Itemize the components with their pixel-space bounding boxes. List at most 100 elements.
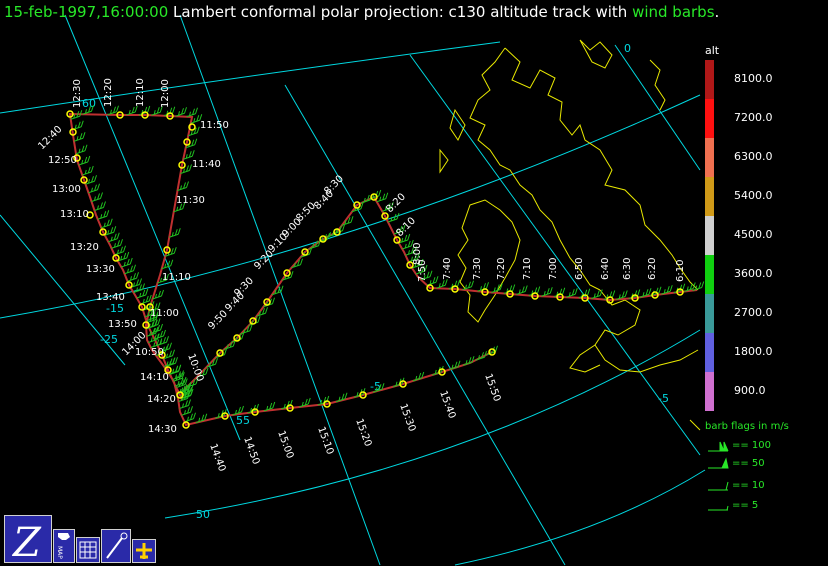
colorbar-tick-label: 1800.0: [734, 345, 773, 358]
waypoint-time-label: 12:40: [36, 124, 64, 152]
waypoint-time-label: 7:00: [548, 258, 559, 280]
waypoint-time-label: 14:10: [140, 372, 169, 383]
waypoint-time-label: 7:10: [522, 258, 533, 280]
wind-barb: [566, 288, 578, 298]
waypoint-time-label: 14:50: [241, 435, 261, 466]
map-tool-button[interactable]: MAP: [53, 529, 75, 563]
waypoint-time-label: 10:00: [185, 352, 205, 383]
altitude-legend-title: alt: [705, 44, 720, 57]
grid-label-lat-50: 50: [196, 508, 210, 521]
waypoint-time-label: 7:40: [442, 258, 453, 280]
colorbar-segment: [705, 177, 714, 216]
grid-icon: [79, 541, 97, 559]
meridian-15: [179, 14, 381, 566]
coast-scotland: [504, 47, 699, 291]
waypoint-time-label: 15:10: [315, 425, 335, 456]
waypoint-time-label: 6:10: [675, 260, 686, 282]
waypoint-time-label: 11:00: [150, 308, 179, 319]
waypoint-time-label: 14:30: [148, 424, 177, 435]
waypoint-time-label: 13:40: [96, 292, 125, 303]
waypoint-time-label: 13:30: [86, 264, 115, 275]
colorbar-tick-label: 8100.0: [734, 72, 773, 85]
title-time: 15-feb-1997,16:00:00: [4, 3, 169, 21]
barb-100-glyph: [708, 441, 729, 452]
waypoint-time-label: 15:50: [482, 372, 502, 403]
altitude-legend: alt 8100.0 7200.0 6300.0 5400.0 4500.0 3600.0…: [700, 40, 828, 420]
title-bar: 15-feb-1997,16:00:00 Lambert conformal p…: [4, 3, 719, 21]
waypoint-time-label: 11:30: [176, 195, 205, 206]
waypoint-time-label: 8:20: [384, 191, 408, 215]
barb-5-label: == 5: [732, 500, 759, 511]
parallel-55: [0, 94, 701, 319]
barb-5-glyph: [708, 505, 729, 511]
waypoint-time-label: 12:10: [135, 78, 146, 107]
barb-10-label: == 10: [732, 480, 765, 491]
coast-hebrides: [439, 108, 466, 174]
pen-tool-button[interactable]: [101, 529, 131, 563]
waypoint-time-label: 13:20: [70, 242, 99, 253]
waypoint-time-label: 6:50: [574, 258, 585, 280]
svg-text:Z: Z: [11, 520, 42, 562]
waypoint-time-label: 8:30: [322, 173, 346, 197]
parallel-lower: [454, 469, 706, 566]
waypoint-time-label: 6:40: [600, 258, 611, 280]
waypoint-time-label: 6:20: [647, 258, 658, 280]
grid-label-lon-15: -15: [106, 302, 124, 315]
colorbar-segment: [705, 138, 714, 177]
plane-tool-button[interactable]: [132, 539, 156, 563]
grid-label-lat-60: 60: [82, 97, 96, 110]
title-barbs: wind barbs: [632, 3, 715, 21]
wind-barb: [376, 192, 389, 203]
wind-barb: [82, 165, 94, 176]
z-tool-button[interactable]: Z: [4, 515, 52, 563]
map-icon: MAP: [56, 533, 70, 559]
wind-barb: [541, 287, 553, 297]
wind-barb: [91, 192, 103, 202]
colorbar-segment: [705, 333, 714, 372]
waypoint-time-label: 11:50: [200, 120, 229, 131]
wind-barb: [175, 107, 187, 117]
title-track: c130 altitude track with: [448, 3, 628, 21]
pen-icon: [106, 532, 128, 559]
colorbar-tick-label: 6300.0: [734, 150, 773, 163]
colorbar-segment: [705, 294, 714, 333]
colorbar-segment: [705, 99, 714, 138]
coast-shetland: [649, 59, 666, 111]
meridian-0: [614, 44, 701, 171]
waypoint-time-label: 13:10: [60, 209, 89, 220]
colorbar-segment: [705, 372, 714, 411]
barb-100-label: == 100: [732, 440, 772, 451]
wind-barb: [108, 232, 120, 243]
z-icon: Z: [11, 520, 42, 562]
waypoint-time-label: 10:50: [135, 347, 164, 358]
wind-barb: [88, 183, 100, 194]
title-end: .: [714, 3, 720, 21]
wind-barb: [75, 144, 88, 155]
waypoint-time-label: 13:00: [52, 184, 81, 195]
waypoint-time-label: 12:00: [160, 79, 171, 108]
barb-50-glyph: [708, 457, 729, 469]
colorbar-segment: [705, 255, 714, 294]
colorbar-tick-label: 7200.0: [734, 111, 773, 124]
waypoint-time-label: 13:50: [108, 319, 137, 330]
wind-barb: [101, 218, 113, 229]
grid-tool-button[interactable]: [76, 537, 100, 563]
grid-label-lat-55: 55: [236, 414, 250, 427]
grid-label-lon-5-lower: -5: [658, 392, 669, 405]
colorbar-segment: [705, 216, 714, 255]
waypoint-time-label: 15:00: [275, 429, 295, 460]
waypoint-time-label: 14:20: [147, 394, 176, 405]
waypoint-time-label: 6:30: [622, 258, 633, 280]
coast-france: [689, 419, 701, 431]
barb-50-label: == 50: [732, 458, 765, 469]
colorbar-tick-label: 900.0: [734, 384, 766, 397]
waypoint-time-label: 9:50: [206, 308, 230, 332]
meridian-10: [284, 84, 566, 566]
coastlines: [439, 39, 701, 431]
barb-10-glyph: [708, 481, 729, 491]
barb-legend-glyphs: [708, 441, 729, 511]
coast-scotland-west: [469, 47, 601, 291]
waypoint-time-label: 15:20: [353, 417, 373, 448]
waypoint-time-label: 12:20: [103, 78, 114, 107]
barb-legend: barb flags in m/s == 100 == 50 == 10 == …: [700, 420, 828, 520]
